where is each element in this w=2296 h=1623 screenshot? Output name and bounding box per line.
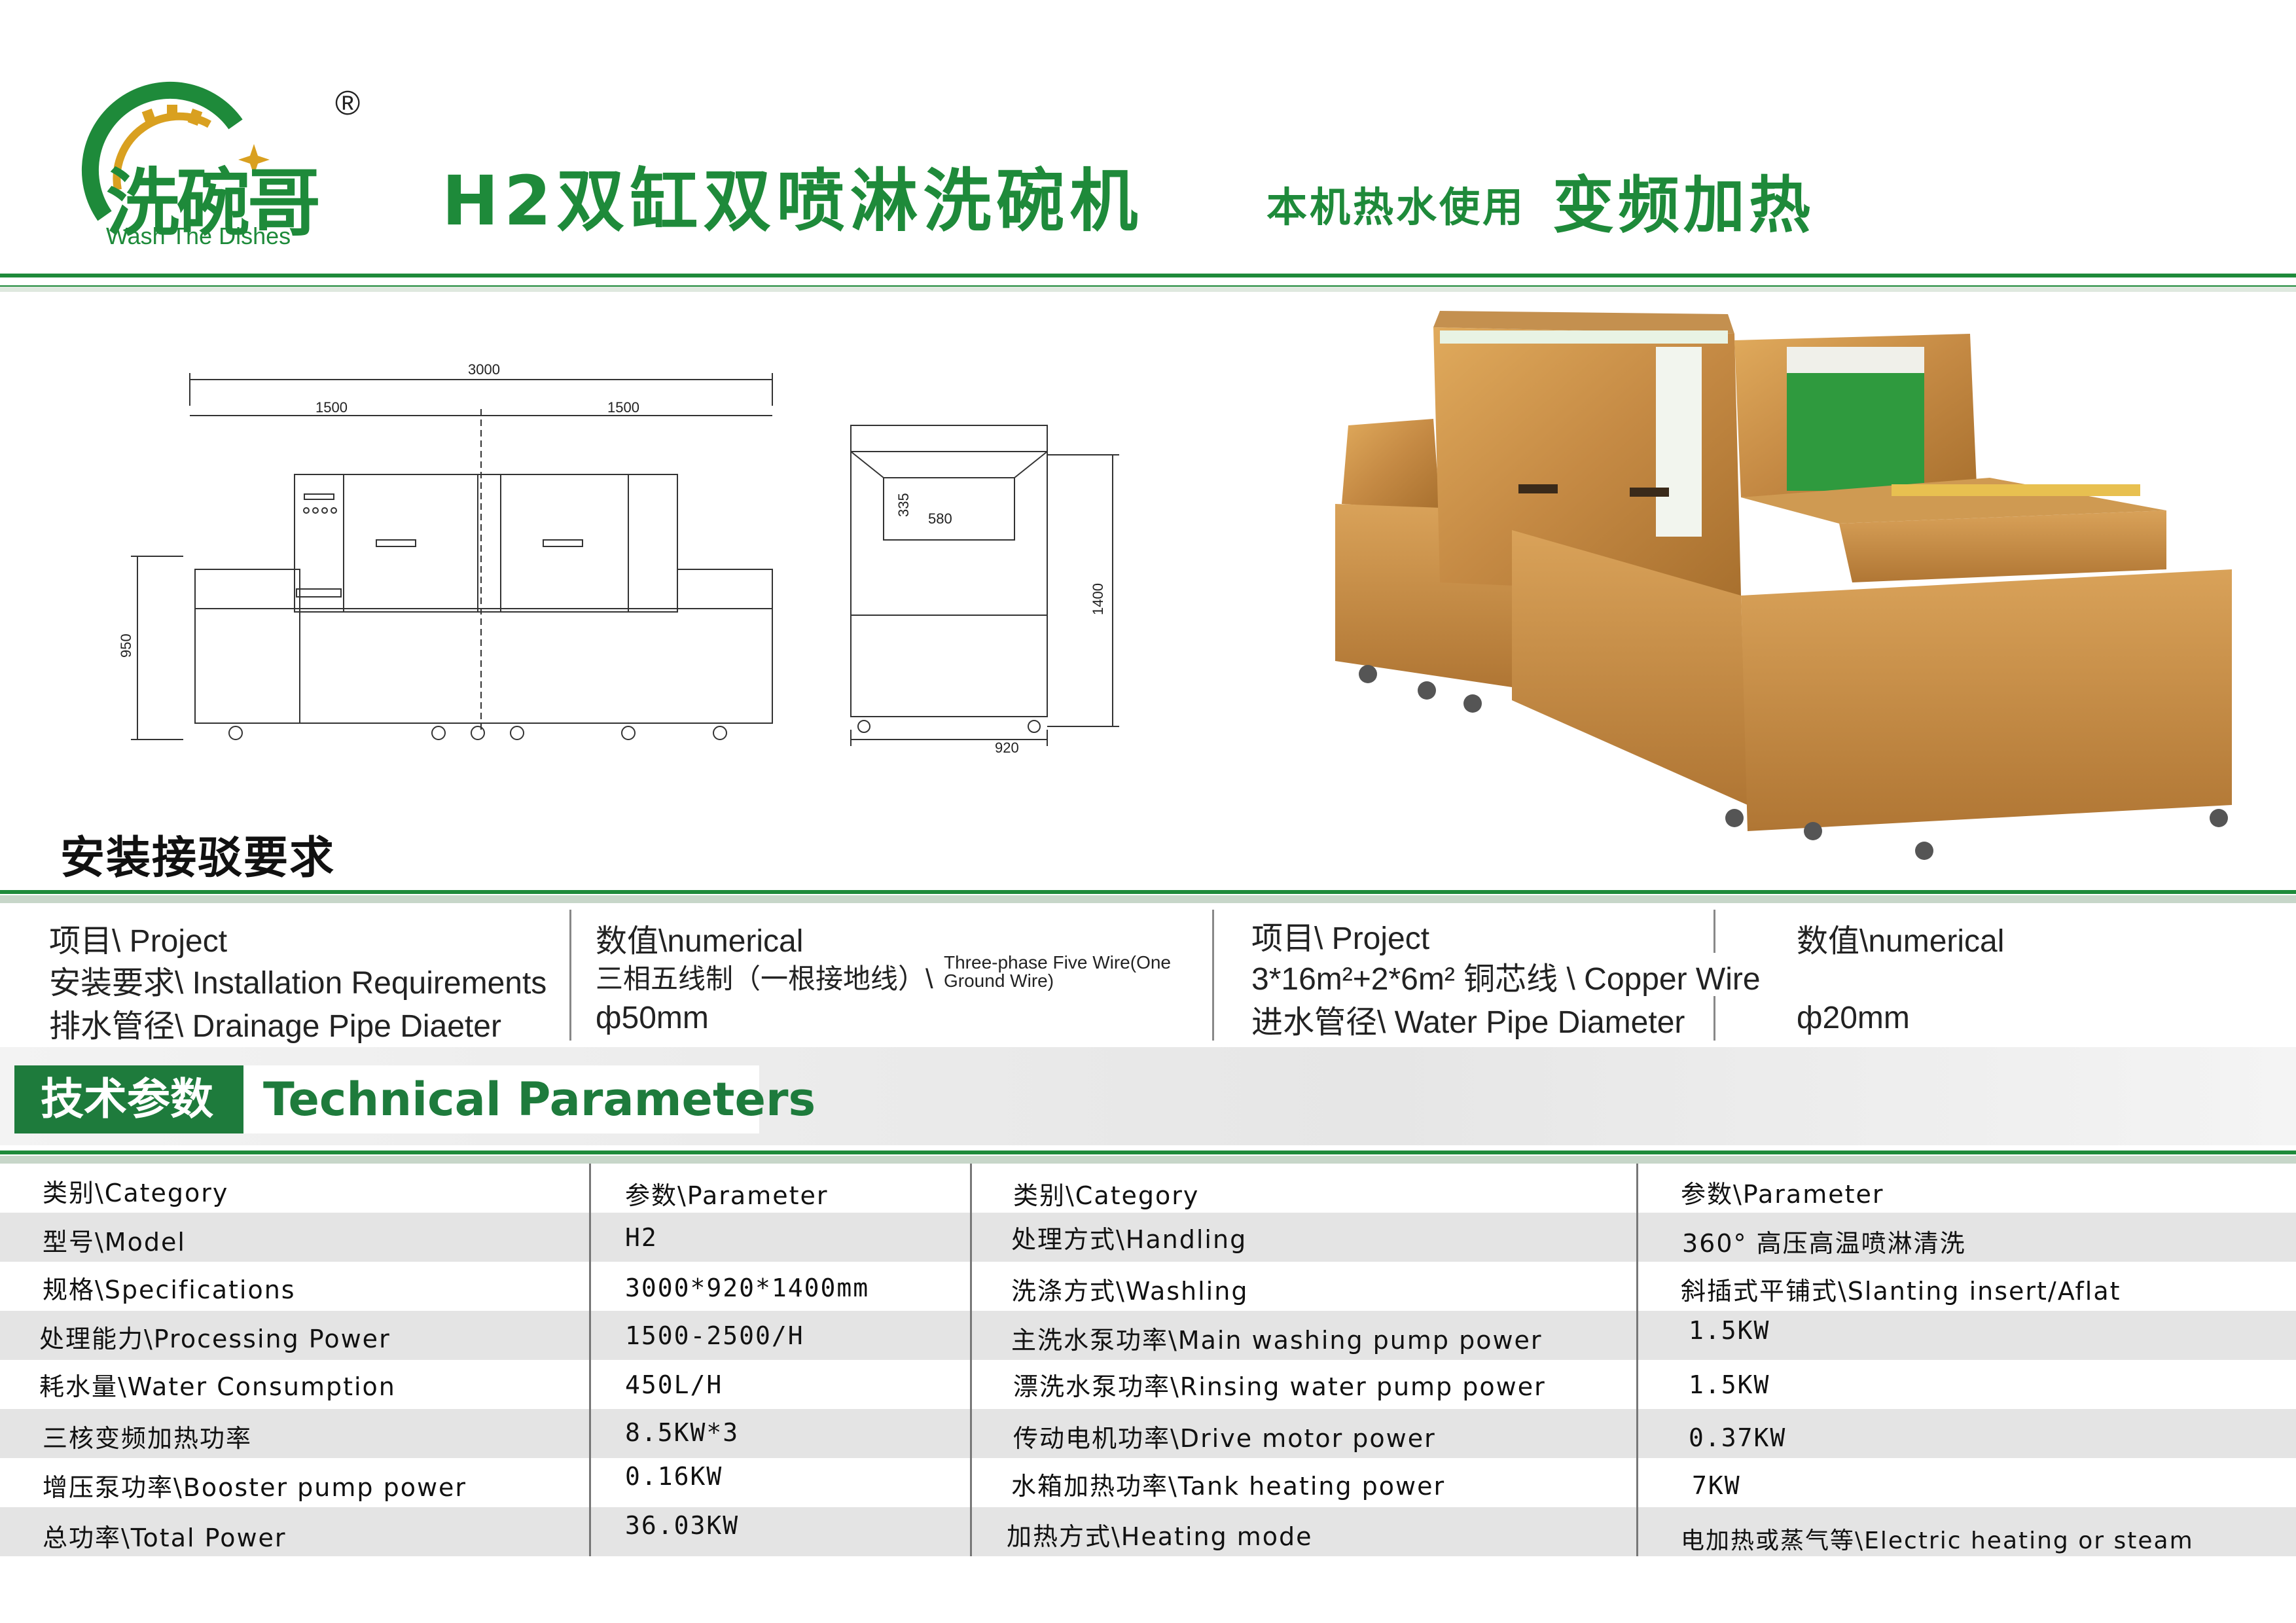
install-column-divider [1212,910,1214,1041]
header-divider-shadow [0,285,2296,292]
tech-parameter: 斜插式平铺式\Slanting insert/Aflat [1681,1277,2121,1306]
install-section-title: 安装接驳要求 [60,832,336,884]
install-value: 三相五线制（一根接地线）\ [596,963,933,994]
tech-category: 水箱加热功率\Tank heating power [1011,1472,1446,1501]
tech-category: 型号\Model [43,1228,186,1257]
tech-parameter: 450L/H [625,1370,723,1399]
tech-category: 耗水量\Water Consumption [39,1372,396,1401]
tech-column-divider [589,1164,591,1556]
install-header-project-right: 项目\ Project [1251,921,1430,956]
install-table: 项目\ Project 数值\numerical 项目\ Project 数值\… [0,910,2296,1044]
tech-row: 耗水量\Water Consumption 450L/H 漂洗水泵功率\Rins… [0,1360,2296,1409]
tech-header-row: 类别\Category 参数\Parameter 类别\Category 参数\… [0,1164,2296,1213]
tech-category: 总功率\Total Power [43,1524,287,1552]
dim-opening-height: 335 [895,493,912,517]
tech-title-en: Technical Parameters [243,1065,816,1133]
tech-category: 传动电机功率\Drive motor power [1013,1424,1436,1453]
page-title: H2双缸双喷淋洗碗机 [442,161,1143,241]
tech-parameter: H2 [625,1223,658,1252]
install-value-right: ф20mm [1797,1001,1910,1035]
dim-opening-width: 580 [928,510,952,527]
side-view-drawing: 920 1400 335 580 [850,425,1119,756]
install-project-right: 3*16m²+2*6m² 铜芯线 \ Copper Wire [1251,962,1761,997]
install-header-row: 项目\ Project 数值\numerical 项目\ Project 数值\… [0,910,2296,959]
tech-divider [0,1150,2296,1164]
tech-category: 漂洗水泵功率\Rinsing water pump power [1013,1372,1546,1401]
tech-parameter: 3000*920*1400mm [625,1274,870,1302]
tech-parameter: 36.03KW [625,1511,740,1540]
install-column-divider [1713,996,1715,1041]
tech-parameter: 0.16KW [625,1462,723,1491]
dim-left-width: 1500 [315,399,348,416]
title-subtext: 本机热水使用 [1266,183,1526,231]
tech-row: 型号\Model H2 处理方式\Handling 360° 高压高温喷淋清洗 [0,1213,2296,1262]
dim-total-width: 3000 [468,361,500,378]
tech-parameter: 电加热或蒸气等\Electric heating or steam [1681,1527,2194,1554]
tech-parameter: 0.37KW [1689,1423,1787,1452]
title-highlight: 变频加热 [1552,170,1815,241]
tech-parameter: 360° 高压高温喷淋清洗 [1682,1229,1966,1258]
tech-header-category-left: 类别\Category [43,1179,229,1207]
install-divider [0,890,2296,903]
tech-header-category-right: 类别\Category [1013,1181,1200,1210]
tech-column-divider [970,1164,972,1556]
dim-right-width: 1500 [607,399,639,416]
tech-category: 洗涤方式\Washling [1011,1277,1249,1306]
registered-mark: ® [335,84,361,122]
front-view-drawing: 3000 1500 1500 950 [118,361,773,740]
tech-category: 增压泵功率\Booster pump power [43,1473,467,1502]
tech-category: 三核变频加热功率 [43,1424,253,1453]
dim-side-height: 1400 [1090,583,1106,615]
install-value-en-line2: Ground Wire) [944,971,1054,991]
install-value-en-line1: Three-phase Five Wire(One [944,952,1172,972]
tech-table: 类别\Category 参数\Parameter 类别\Category 参数\… [0,1164,2296,1556]
tech-category: 规格\Specifications [43,1275,296,1304]
tech-title-cn: 技术参数 [14,1065,243,1133]
tech-row: 处理能力\Processing Power 1500-2500/H 主洗水泵功率… [0,1311,2296,1360]
tech-row: 总功率\Total Power 36.03KW 加热方式\Heating mod… [0,1507,2296,1556]
install-row: 排水管径\ Drainage Pipe Diaeter ф50mm 进水管径\ … [0,996,2296,1044]
tech-category: 处理能力\Processing Power [39,1325,391,1353]
install-column-divider [569,910,571,1041]
tech-parameter: 8.5KW*3 [625,1418,740,1447]
install-row: 安装要求\ Installation Requirements 三相五线制（一根… [0,952,2296,1001]
install-value: ф50mm [596,1001,709,1035]
machine-photo [1335,311,2232,860]
tech-column-divider [1636,1164,1638,1556]
tech-header-parameter-left: 参数\Parameter [625,1181,829,1210]
tech-row: 增压泵功率\Booster pump power 0.16KW 水箱加热功率\T… [0,1458,2296,1507]
install-column-divider [1713,910,1715,953]
tech-header-parameter-right: 参数\Parameter [1681,1180,1884,1209]
tech-row: 规格\Specifications 3000*920*1400mm 洗涤方式\W… [0,1262,2296,1311]
brand-logo: 洗碗哥 Wash The Dishes ® [65,79,393,249]
dim-height: 950 [118,633,134,658]
install-project-right: 进水管径\ Water Pipe Diameter [1251,1005,1685,1040]
tech-parameter: 1500-2500/H [625,1321,804,1350]
tech-category: 加热方式\Heating mode [1007,1522,1313,1551]
tech-parameter: 1.5KW [1689,1316,1770,1345]
tech-category: 处理方式\Handling [1011,1225,1247,1254]
dim-side-depth: 920 [995,740,1019,756]
logo-text-en: Wash The Dishes [106,223,291,249]
tech-parameter: 1.5KW [1689,1370,1770,1399]
tech-category: 主洗水泵功率\Main washing pump power [1011,1326,1543,1355]
install-project: 排水管径\ Drainage Pipe Diaeter [49,1009,501,1044]
header-divider [0,274,2296,277]
tech-row: 三核变频加热功率 8.5KW*3 传动电机功率\Drive motor powe… [0,1409,2296,1458]
tech-parameter: 7KW [1692,1471,1741,1500]
